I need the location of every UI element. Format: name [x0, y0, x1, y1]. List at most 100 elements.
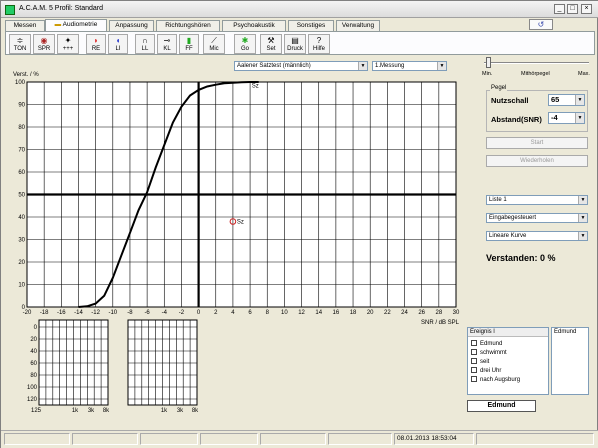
curve-label: Sz: [252, 84, 259, 90]
abstand-select[interactable]: -4 ▼: [548, 112, 585, 124]
list-item[interactable]: nach Augsburg: [471, 376, 520, 384]
liste-select-value: Liste 1: [489, 197, 507, 203]
x-tick-label: 8: [266, 310, 270, 316]
checkbox[interactable]: [471, 376, 477, 383]
list-item[interactable]: schwimmt: [471, 349, 507, 357]
abstand-label: Abstand(SNR): [491, 115, 542, 124]
start-button[interactable]: Start: [486, 137, 588, 149]
status-pane: [476, 433, 594, 445]
y-tick-label: 30: [18, 238, 25, 244]
y-tick-label: 40: [18, 215, 25, 221]
status-pane: [260, 433, 326, 445]
chart-grid: [26, 81, 457, 308]
mini-x-tick-label: 1k: [161, 408, 168, 414]
chevron-down-icon: ▼: [575, 113, 584, 123]
steuerung-select[interactable]: Eingabegesteuert ▼: [486, 213, 588, 223]
tab-audiometrie-label: Audiometrie: [62, 21, 98, 28]
verstanden-result: Verstanden: 0 %: [486, 253, 556, 263]
x-tick-label: 10: [281, 310, 288, 316]
x-tick-label: 22: [384, 310, 391, 316]
checkbox[interactable]: [471, 358, 477, 365]
x-tick-label: -2: [179, 310, 185, 316]
mithoerpegel-slider-track[interactable]: [484, 62, 589, 64]
chevron-down-icon: ▼: [575, 95, 584, 105]
mini-y-tick-label: 40: [30, 349, 37, 355]
x-tick-label: 26: [418, 310, 425, 316]
y-tick-label: 90: [18, 103, 25, 109]
x-tick-label: 16: [333, 310, 340, 316]
data-point-label: Sz: [237, 220, 244, 226]
steuerung-select-value: Eingabegesteuert: [489, 215, 537, 221]
tab-audiometrie[interactable]: ▬ Audiometrie: [45, 19, 107, 31]
liste-select[interactable]: Liste 1 ▼: [486, 195, 588, 205]
x-axis-label: SNR / dB SPL: [421, 320, 460, 326]
mini-y-tick-label: 0: [34, 325, 38, 331]
mini-audiograms: 0 20 40 60 80 100 120 125 1k 3k 8k 1k 3k 8k: [27, 319, 199, 414]
x-tick-label: 0: [197, 310, 201, 316]
status-pane: [328, 433, 392, 445]
status-bar: 08.01.2013 18:53:04: [1, 430, 598, 448]
nutzschall-label: Nutzschall: [491, 96, 529, 105]
chevron-down-icon: ▼: [578, 232, 587, 240]
list-item-label: seit: [480, 359, 490, 365]
status-pane: [72, 433, 138, 445]
x-tick-label: 30: [453, 310, 460, 316]
status-datetime: 08.01.2013 18:53:04: [394, 433, 474, 445]
mini-y-tick-label: 80: [30, 373, 37, 379]
sentence-display: Edmund: [551, 327, 589, 395]
mini-x-tick-label: 8k: [192, 408, 199, 414]
list-item[interactable]: Edmund: [471, 340, 502, 348]
status-pane: [200, 433, 258, 445]
mini-x-tick-label: 3k: [88, 408, 95, 414]
chevron-down-icon: ▼: [578, 214, 587, 222]
x-tick-label: 14: [315, 310, 322, 316]
checkbox[interactable]: [471, 349, 477, 356]
pegel-group-title: Pegel: [490, 85, 508, 91]
x-tick-label: -4: [162, 310, 168, 316]
list-item[interactable]: drei Uhr: [471, 367, 501, 375]
mini-x-tick-label: 1k: [72, 408, 79, 414]
ereignis-header: Ereignis l: [468, 328, 548, 337]
list-item-label: schwimmt: [480, 350, 507, 356]
x-tick-label: -10: [108, 310, 117, 316]
mini-x-tick-label: 8k: [103, 408, 110, 414]
wiederholen-button[interactable]: Wiederholen: [486, 155, 588, 167]
mini-x-tick-label: 125: [31, 408, 42, 414]
mini-y-tick-label: 20: [30, 337, 37, 343]
list-item-label: Edmund: [480, 341, 503, 347]
mini-y-tick-label: 100: [27, 385, 38, 391]
current-word: Edmund: [467, 400, 536, 412]
x-tick-label: 28: [435, 310, 442, 316]
y-tick-label: 20: [18, 260, 25, 266]
main-window: A.C.A.M. 5 Profil: Standard _ □ × Messen…: [0, 0, 598, 448]
x-tick-label: -16: [57, 310, 66, 316]
x-tick-label: 4: [231, 310, 235, 316]
checkbox[interactable]: [471, 367, 477, 374]
x-tick-label: -6: [144, 310, 150, 316]
y-axis-label: Verst. / %: [13, 72, 39, 78]
checkbox[interactable]: [471, 340, 477, 347]
x-tick-label: -8: [127, 310, 133, 316]
x-tick-label: -18: [40, 310, 49, 316]
mithoerpegel-slider-thumb[interactable]: [486, 57, 491, 68]
chevron-down-icon: ▼: [578, 196, 587, 204]
y-tick-label: 100: [15, 80, 26, 86]
list-item-label: drei Uhr: [480, 368, 502, 374]
ereignis-list[interactable]: Ereignis l Edmund schwimmt seit drei Uhr…: [467, 327, 549, 395]
nutzschall-select[interactable]: 65 ▼: [548, 94, 585, 106]
mini-y-tick-label: 60: [30, 361, 37, 367]
kurve-select-value: Lineare Kurve: [489, 233, 527, 239]
kurve-select[interactable]: Lineare Kurve ▼: [486, 231, 588, 241]
x-tick-label: 18: [350, 310, 357, 316]
list-item[interactable]: seit: [471, 358, 489, 366]
x-tick-label: -12: [91, 310, 100, 316]
y-tick-label: 60: [18, 170, 25, 176]
x-tick-label: -14: [74, 310, 83, 316]
x-tick-label: 12: [298, 310, 305, 316]
mini-y-tick-label: 120: [27, 397, 38, 403]
list-item-label: nach Augsburg: [480, 377, 521, 383]
slider-max-label: Max.: [578, 71, 590, 77]
slider-min-label: Min.: [482, 71, 493, 77]
y-tick-label: 10: [18, 283, 25, 289]
x-tick-label: 2: [214, 310, 218, 316]
